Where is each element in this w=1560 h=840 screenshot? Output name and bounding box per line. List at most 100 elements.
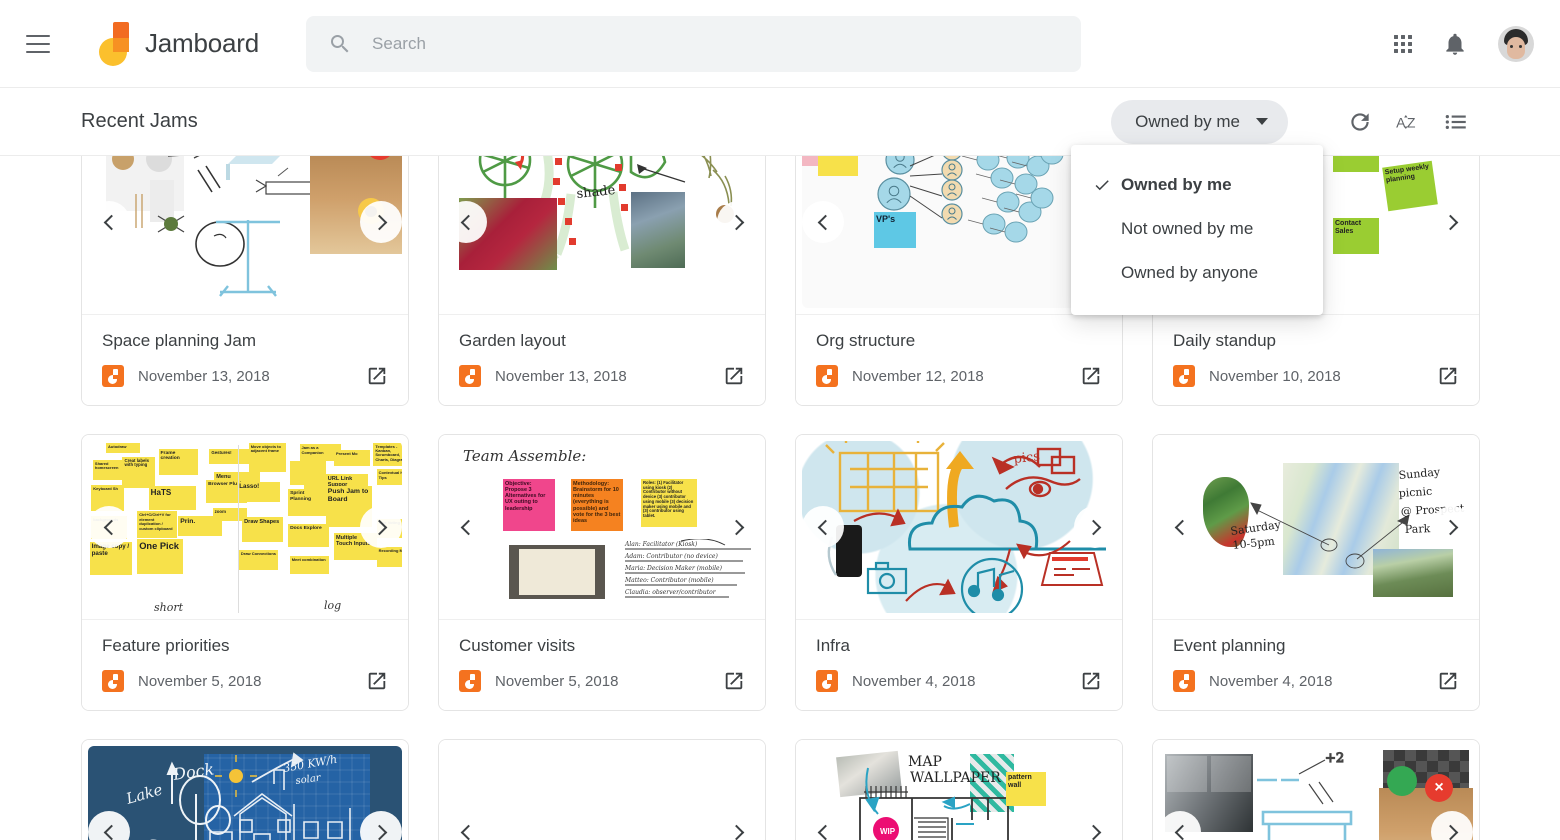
brand[interactable]: Jamboard [95, 22, 259, 66]
jam-thumbnail[interactable]: Team Assemble: Objective: Propose 3 Alte… [439, 435, 765, 620]
jam-card[interactable]: Saturday 10-5pm Sunday picnic @ Prospect… [1152, 434, 1480, 711]
jam-thumbnail[interactable]: Lake Dock 350 KW/h solar Ramp [82, 740, 408, 840]
thumbnail-next-button[interactable] [717, 506, 759, 548]
jam-title: Garden layout [459, 331, 745, 351]
sort-az-button[interactable]: A Z [1384, 98, 1432, 146]
jam-card[interactable]: Lake Dock 350 KW/h solar Ramp [81, 739, 409, 840]
chevron-left-icon [103, 519, 119, 535]
thumbnail-next-button[interactable] [360, 506, 402, 548]
jam-thumbnail[interactable]: AutodrawShared homescreenCreat labels wi… [82, 435, 408, 620]
jam-title: Feature priorities [102, 636, 388, 656]
thumbnail-prev-button[interactable] [88, 201, 130, 243]
jamboard-file-icon [459, 670, 481, 692]
brand-name: Jamboard [145, 28, 259, 59]
thumbnail-next-button[interactable] [717, 201, 759, 243]
list-view-button[interactable] [1432, 98, 1480, 146]
svg-text:Dock: Dock [171, 759, 215, 784]
menu-item-label: Owned by me [1121, 175, 1232, 195]
open-in-new-icon[interactable] [1080, 365, 1102, 387]
chevron-down-icon [1256, 118, 1268, 125]
jam-title: Event planning [1173, 636, 1459, 656]
thumbnail-next-button[interactable] [360, 201, 402, 243]
jam-date: November 4, 2018 [852, 673, 975, 690]
thumbnail-next-button[interactable] [1431, 201, 1473, 243]
jam-card[interactable]: shade Garden layout November 13, 2018 [438, 156, 766, 406]
jam-card-footer: Feature priorities November 5, 2018 [82, 620, 408, 710]
jam-card[interactable]: WIP MAP WALLPAPER Pool Room20' x 15' TV … [795, 739, 1123, 840]
check-icon [1093, 176, 1121, 194]
chevron-right-icon [371, 824, 387, 840]
thumbnail-next-button[interactable] [1431, 506, 1473, 548]
jam-thumbnail[interactable]: +2 × [82, 156, 408, 315]
menu-item-label: Not owned by me [1121, 219, 1253, 239]
svg-text:A: A [1396, 114, 1406, 130]
search-input[interactable] [372, 34, 1081, 54]
jamboard-file-icon [1173, 365, 1195, 387]
jam-meta: November 13, 2018 [459, 365, 745, 387]
jam-card[interactable]: pics Infra November 4, 2018 [795, 434, 1123, 711]
chevron-left-icon [817, 824, 833, 840]
jam-thumbnail[interactable]: +2 × [1153, 740, 1479, 840]
jam-title: Customer visits [459, 636, 745, 656]
jam-thumbnail-art: pics [802, 441, 1116, 613]
menu-item-owned-by-anyone[interactable]: Owned by anyone [1071, 251, 1323, 295]
thumbnail-prev-button[interactable] [802, 201, 844, 243]
refresh-button[interactable] [1336, 98, 1384, 146]
jam-thumbnail[interactable]: WIP MAP WALLPAPER Pool Room20' x 15' TV … [796, 740, 1122, 840]
apps-grid-icon[interactable] [1394, 35, 1412, 53]
open-in-new-icon[interactable] [1437, 670, 1459, 692]
jam-card[interactable]: Team Assemble: Objective: Propose 3 Alte… [438, 434, 766, 711]
jam-card-footer: Org structure November 12, 2018 [796, 315, 1122, 405]
jams-grid-container: +2 × Space planning Jam [0, 156, 1560, 840]
svg-text:MAP: MAP [908, 754, 942, 770]
jam-date: November 5, 2018 [138, 673, 261, 690]
jam-thumbnail[interactable]: Saturday 10-5pm Sunday picnic @ Prospect… [1153, 435, 1479, 620]
search-bar[interactable] [306, 16, 1081, 72]
chevron-right-icon [1442, 824, 1458, 840]
open-in-new-icon[interactable] [723, 670, 745, 692]
jam-card[interactable]: +2 × [1152, 739, 1480, 840]
jam-thumbnail[interactable] [439, 740, 765, 840]
jamboard-file-icon [102, 365, 124, 387]
chevron-right-icon [1085, 824, 1101, 840]
jam-thumbnail[interactable]: pics [796, 435, 1122, 620]
open-in-new-icon[interactable] [366, 365, 388, 387]
hamburger-menu-icon[interactable] [26, 35, 50, 53]
open-in-new-icon[interactable] [366, 670, 388, 692]
bell-icon[interactable] [1442, 31, 1468, 57]
jam-meta: November 4, 2018 [816, 670, 1102, 692]
open-in-new-icon[interactable] [723, 365, 745, 387]
app-header: Jamboard [0, 0, 1560, 88]
jam-card-footer: Garden layout November 13, 2018 [439, 315, 765, 405]
chevron-left-icon [460, 214, 476, 230]
account-avatar[interactable] [1498, 26, 1534, 62]
jam-title: Infra [816, 636, 1102, 656]
thumbnail-prev-button[interactable] [1159, 506, 1201, 548]
svg-text:Z: Z [1407, 114, 1416, 130]
jam-date: November 10, 2018 [1209, 368, 1341, 385]
thumbnail-next-button[interactable] [1074, 506, 1116, 548]
open-in-new-icon[interactable] [1437, 365, 1459, 387]
thumbnail-prev-button[interactable] [88, 506, 130, 548]
jam-thumbnail-art: +2 × [88, 156, 402, 308]
open-in-new-icon[interactable] [1080, 670, 1102, 692]
menu-item-not-owned-by-me[interactable]: Not owned by me [1071, 207, 1323, 251]
jam-card[interactable]: AutodrawShared homescreenCreat labels wi… [81, 434, 409, 711]
thumbnail-prev-button[interactable] [802, 506, 844, 548]
thumbnail-prev-button[interactable] [445, 201, 487, 243]
jam-card[interactable]: +2 × Space planning Jam [81, 156, 409, 406]
jam-thumbnail[interactable]: shade [439, 156, 765, 315]
jam-meta: November 5, 2018 [459, 670, 745, 692]
jam-date: November 13, 2018 [495, 368, 627, 385]
jam-thumbnail-art: Saturday 10-5pm Sunday picnic @ Prospect… [1159, 441, 1473, 613]
page-title: Recent Jams [81, 110, 198, 133]
thumbnail-prev-button[interactable] [445, 506, 487, 548]
jam-meta: November 12, 2018 [816, 365, 1102, 387]
jam-title: Daily standup [1173, 331, 1459, 351]
jamboard-file-icon [102, 670, 124, 692]
jam-card[interactable] [438, 739, 766, 840]
menu-item-owned-by-me[interactable]: Owned by me [1071, 163, 1323, 207]
owner-filter-button[interactable]: Owned by me [1111, 100, 1288, 144]
chevron-left-icon [1174, 824, 1190, 840]
chevron-right-icon [371, 214, 387, 230]
